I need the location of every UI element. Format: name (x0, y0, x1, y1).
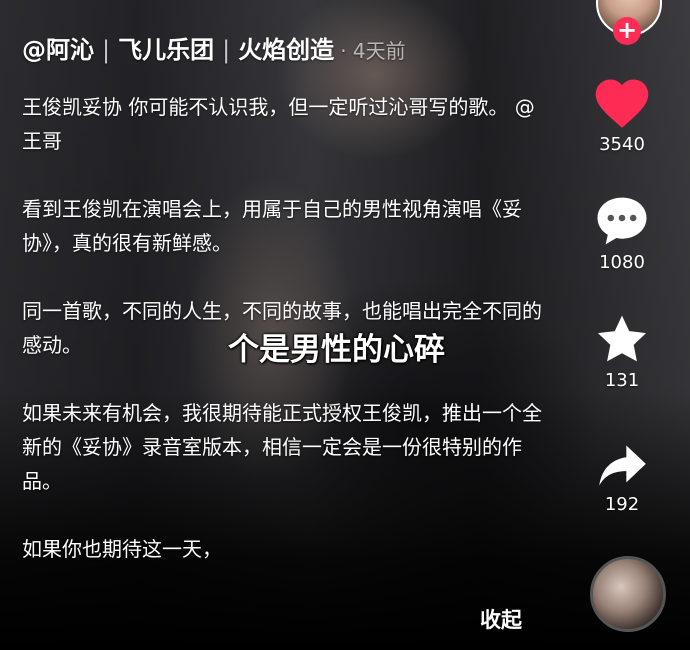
action-sidebar: + 3540 1080 131 192 (580, 0, 690, 650)
caption-paragraph: 如果你也期待这一天， (22, 537, 222, 561)
separator: | (102, 36, 111, 64)
music-disc[interactable] (590, 556, 666, 632)
favorite-count: 131 (604, 370, 640, 391)
favorite-button[interactable]: 131 (580, 312, 664, 391)
comment-icon (597, 197, 647, 245)
author-name[interactable]: @阿沁 (22, 36, 94, 64)
tag-feier[interactable]: 飞儿乐团 (118, 36, 214, 64)
caption-paragraph: 如果未来有机会，我很期待能正式授权王俊凯，推出一个全新的《妥协》录音室版本，相信… (22, 401, 542, 493)
share-count: 192 (604, 494, 640, 515)
share-button[interactable]: 192 (580, 440, 664, 515)
share-icon (599, 445, 646, 486)
like-button[interactable]: 3540 (580, 74, 664, 155)
video-subtitle: 个是男性的心碎 (228, 332, 445, 368)
caption-paragraph: 王俊凯妥协 你可能不认识我，但一定听过沁哥写的歌。 @王哥 (22, 95, 535, 153)
caption-paragraph: 看到王俊凯在演唱会上，用属于自己的男性视角演唱《妥协》，真的很有新鲜感。 (22, 197, 522, 255)
star-icon (597, 315, 647, 362)
collapse-button[interactable]: 收起 (480, 604, 522, 634)
follow-button[interactable]: + (613, 17, 641, 45)
post-time: · 4天前 (340, 39, 406, 63)
like-count: 3540 (599, 134, 645, 155)
separator: | (222, 36, 231, 64)
comment-button[interactable]: 1080 (580, 194, 664, 273)
post-header: @阿沁 | 飞儿乐团 | 火焰创造 · 4天前 (22, 30, 406, 65)
heart-icon (595, 79, 649, 128)
comment-count: 1080 (599, 252, 645, 273)
tag-huoyan[interactable]: 火焰创造 (238, 36, 334, 64)
